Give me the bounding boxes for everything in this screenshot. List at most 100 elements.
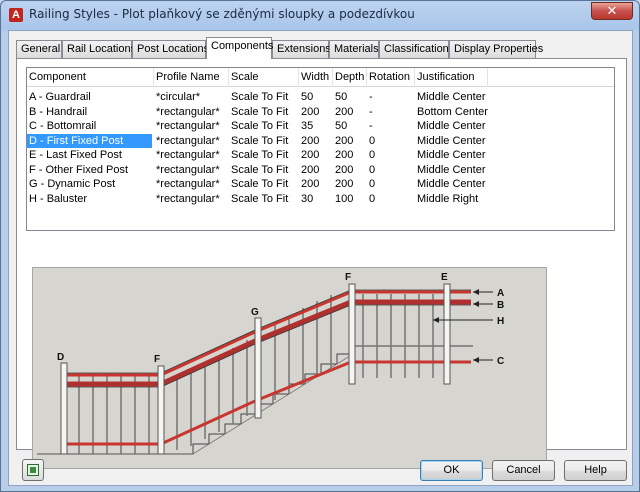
- cell-width: 200: [301, 105, 320, 118]
- column-header-component[interactable]: Component: [27, 68, 154, 87]
- cell-component: D - First Fixed Post: [27, 133, 152, 148]
- cell-scale: Scale To Fit: [231, 134, 289, 147]
- post-f-lower: [157, 365, 165, 455]
- table-row[interactable]: G - Dynamic Post *rectangular* Scale To Fi…: [27, 177, 614, 191]
- column-header-width[interactable]: Width: [299, 68, 333, 87]
- cell-width: 30: [301, 192, 314, 205]
- diagram-label-a: A: [497, 288, 504, 299]
- cell-justification: Bottom Center: [417, 105, 488, 118]
- diagram-label-f-upper: F: [345, 272, 351, 283]
- dialog-client-area: General Rail Locations Post Locations Co…: [8, 30, 633, 486]
- cell-justification: Middle Center: [417, 91, 486, 103]
- diagram-label-g: G: [251, 307, 259, 318]
- cell-profile-name: *rectangular*: [156, 178, 220, 190]
- cell-justification: Middle Center: [417, 120, 486, 132]
- cell-scale: Scale To Fit: [231, 105, 289, 118]
- diagram-label-h: H: [497, 316, 504, 327]
- rails: [65, 290, 471, 446]
- tab-components[interactable]: Components: [206, 37, 273, 59]
- diagram-label-f-lower: F: [154, 354, 160, 365]
- table-row[interactable]: B - Handrail *rectangular* Scale To Fit 200…: [27, 105, 614, 119]
- railing-diagram-svg: A B H C D F G F E: [37, 272, 504, 455]
- cell-depth: 100: [335, 192, 354, 205]
- post-d: [60, 362, 68, 455]
- table-row[interactable]: C - Bottomrail *rectangular* Scale To Fit 3…: [27, 119, 614, 133]
- column-header-rotation[interactable]: Rotation: [367, 68, 415, 87]
- tab-rail-locations[interactable]: Rail Locations: [62, 40, 136, 58]
- style-editor-icon[interactable]: [22, 459, 44, 481]
- cell-width: 35: [301, 120, 314, 132]
- cell-rotation: 0: [369, 149, 376, 161]
- diagram-label-d: D: [57, 352, 64, 363]
- tab-extensions[interactable]: Extensions: [272, 40, 331, 58]
- cell-component: E - Last Fixed Post: [29, 149, 122, 161]
- handrail-b: [65, 299, 471, 387]
- cell-justification: Middle Center: [417, 163, 486, 176]
- cancel-button[interactable]: Cancel: [492, 460, 555, 481]
- cell-width: 200: [301, 134, 320, 147]
- cell-depth: 50: [335, 91, 348, 103]
- cell-depth: 50: [335, 120, 348, 132]
- railing-diagram: A B H C D F G F E: [32, 267, 547, 469]
- cell-rotation: 0: [369, 134, 376, 147]
- column-header-justification[interactable]: Justification: [415, 68, 488, 87]
- cell-profile-name: *rectangular*: [156, 134, 220, 147]
- help-button[interactable]: Help: [564, 460, 627, 481]
- cell-profile-name: *rectangular*: [156, 105, 220, 118]
- cell-justification: Middle Right: [417, 192, 479, 205]
- style-glyph-icon: [27, 464, 39, 476]
- cell-profile-name: *rectangular*: [156, 192, 220, 205]
- cell-component: G - Dynamic Post: [29, 178, 116, 190]
- cell-width: 200: [301, 149, 320, 161]
- cell-component: B - Handrail: [29, 105, 88, 118]
- title-bar[interactable]: A Railing Styles - Plot plaňkový se zděn…: [1, 1, 639, 29]
- cell-rotation: -: [369, 91, 373, 103]
- post-g: [254, 317, 262, 419]
- cell-profile-name: *circular*: [156, 91, 201, 103]
- cell-component: H - Baluster: [29, 192, 88, 205]
- stair-stringer: [192, 353, 354, 455]
- balusters-upper: [362, 294, 434, 378]
- tab-post-locations[interactable]: Post Locations: [132, 40, 209, 58]
- tab-display-properties[interactable]: Display Properties: [449, 40, 543, 58]
- table-row[interactable]: D - First Fixed Post *rectangular* Scale T…: [27, 133, 614, 148]
- cell-scale: Scale To Fit: [231, 163, 289, 176]
- close-button[interactable]: ✕: [591, 2, 633, 20]
- diagram-label-e: E: [441, 272, 448, 283]
- cell-rotation: 0: [369, 163, 376, 176]
- cell-scale: Scale To Fit: [231, 192, 289, 205]
- cell-justification: Middle Center: [417, 178, 486, 190]
- column-header-scale[interactable]: Scale: [229, 68, 299, 87]
- list-header: Component Profile Name Scale Width Depth…: [27, 68, 614, 87]
- post-e: [443, 283, 451, 385]
- post-f-upper: [348, 283, 356, 385]
- ok-button[interactable]: OK: [420, 460, 483, 481]
- table-row[interactable]: A - Guardrail *circular* Scale To Fit 50 50 -…: [27, 90, 614, 104]
- cell-scale: Scale To Fit: [231, 120, 289, 132]
- window-title: Railing Styles - Plot plaňkový se zděným…: [29, 7, 415, 21]
- column-header-profile-name[interactable]: Profile Name: [154, 68, 229, 87]
- cell-profile-name: *rectangular*: [156, 149, 220, 161]
- components-list[interactable]: Component Profile Name Scale Width Depth…: [26, 67, 615, 231]
- cell-profile-name: *rectangular*: [156, 120, 220, 132]
- cell-rotation: 0: [369, 192, 376, 205]
- table-row[interactable]: F - Other Fixed Post *rectangular* Scale T…: [27, 163, 614, 177]
- cell-justification: Middle Center: [417, 134, 486, 147]
- cell-scale: Scale To Fit: [231, 149, 289, 161]
- table-row[interactable]: H - Baluster *rectangular* Scale To Fit 30 1…: [27, 192, 614, 206]
- cell-width: 200: [301, 178, 320, 190]
- cell-width: 50: [301, 91, 314, 103]
- tab-materials[interactable]: Materials: [329, 40, 379, 58]
- tab-classifications[interactable]: Classifications: [379, 40, 454, 58]
- cell-rotation: 0: [369, 178, 376, 190]
- cell-scale: Scale To Fit: [231, 91, 289, 103]
- autocad-icon[interactable]: A: [9, 8, 23, 22]
- table-row[interactable]: E - Last Fixed Post *rectangular* Scale To…: [27, 148, 614, 162]
- diagram-label-c: C: [497, 356, 504, 367]
- diagram-label-b: B: [497, 300, 504, 311]
- cell-component: A - Guardrail: [29, 91, 91, 103]
- cell-width: 200: [301, 163, 320, 176]
- cell-profile-name: *rectangular*: [156, 163, 220, 176]
- column-header-depth[interactable]: Depth: [333, 68, 367, 87]
- tab-general[interactable]: General: [16, 40, 62, 58]
